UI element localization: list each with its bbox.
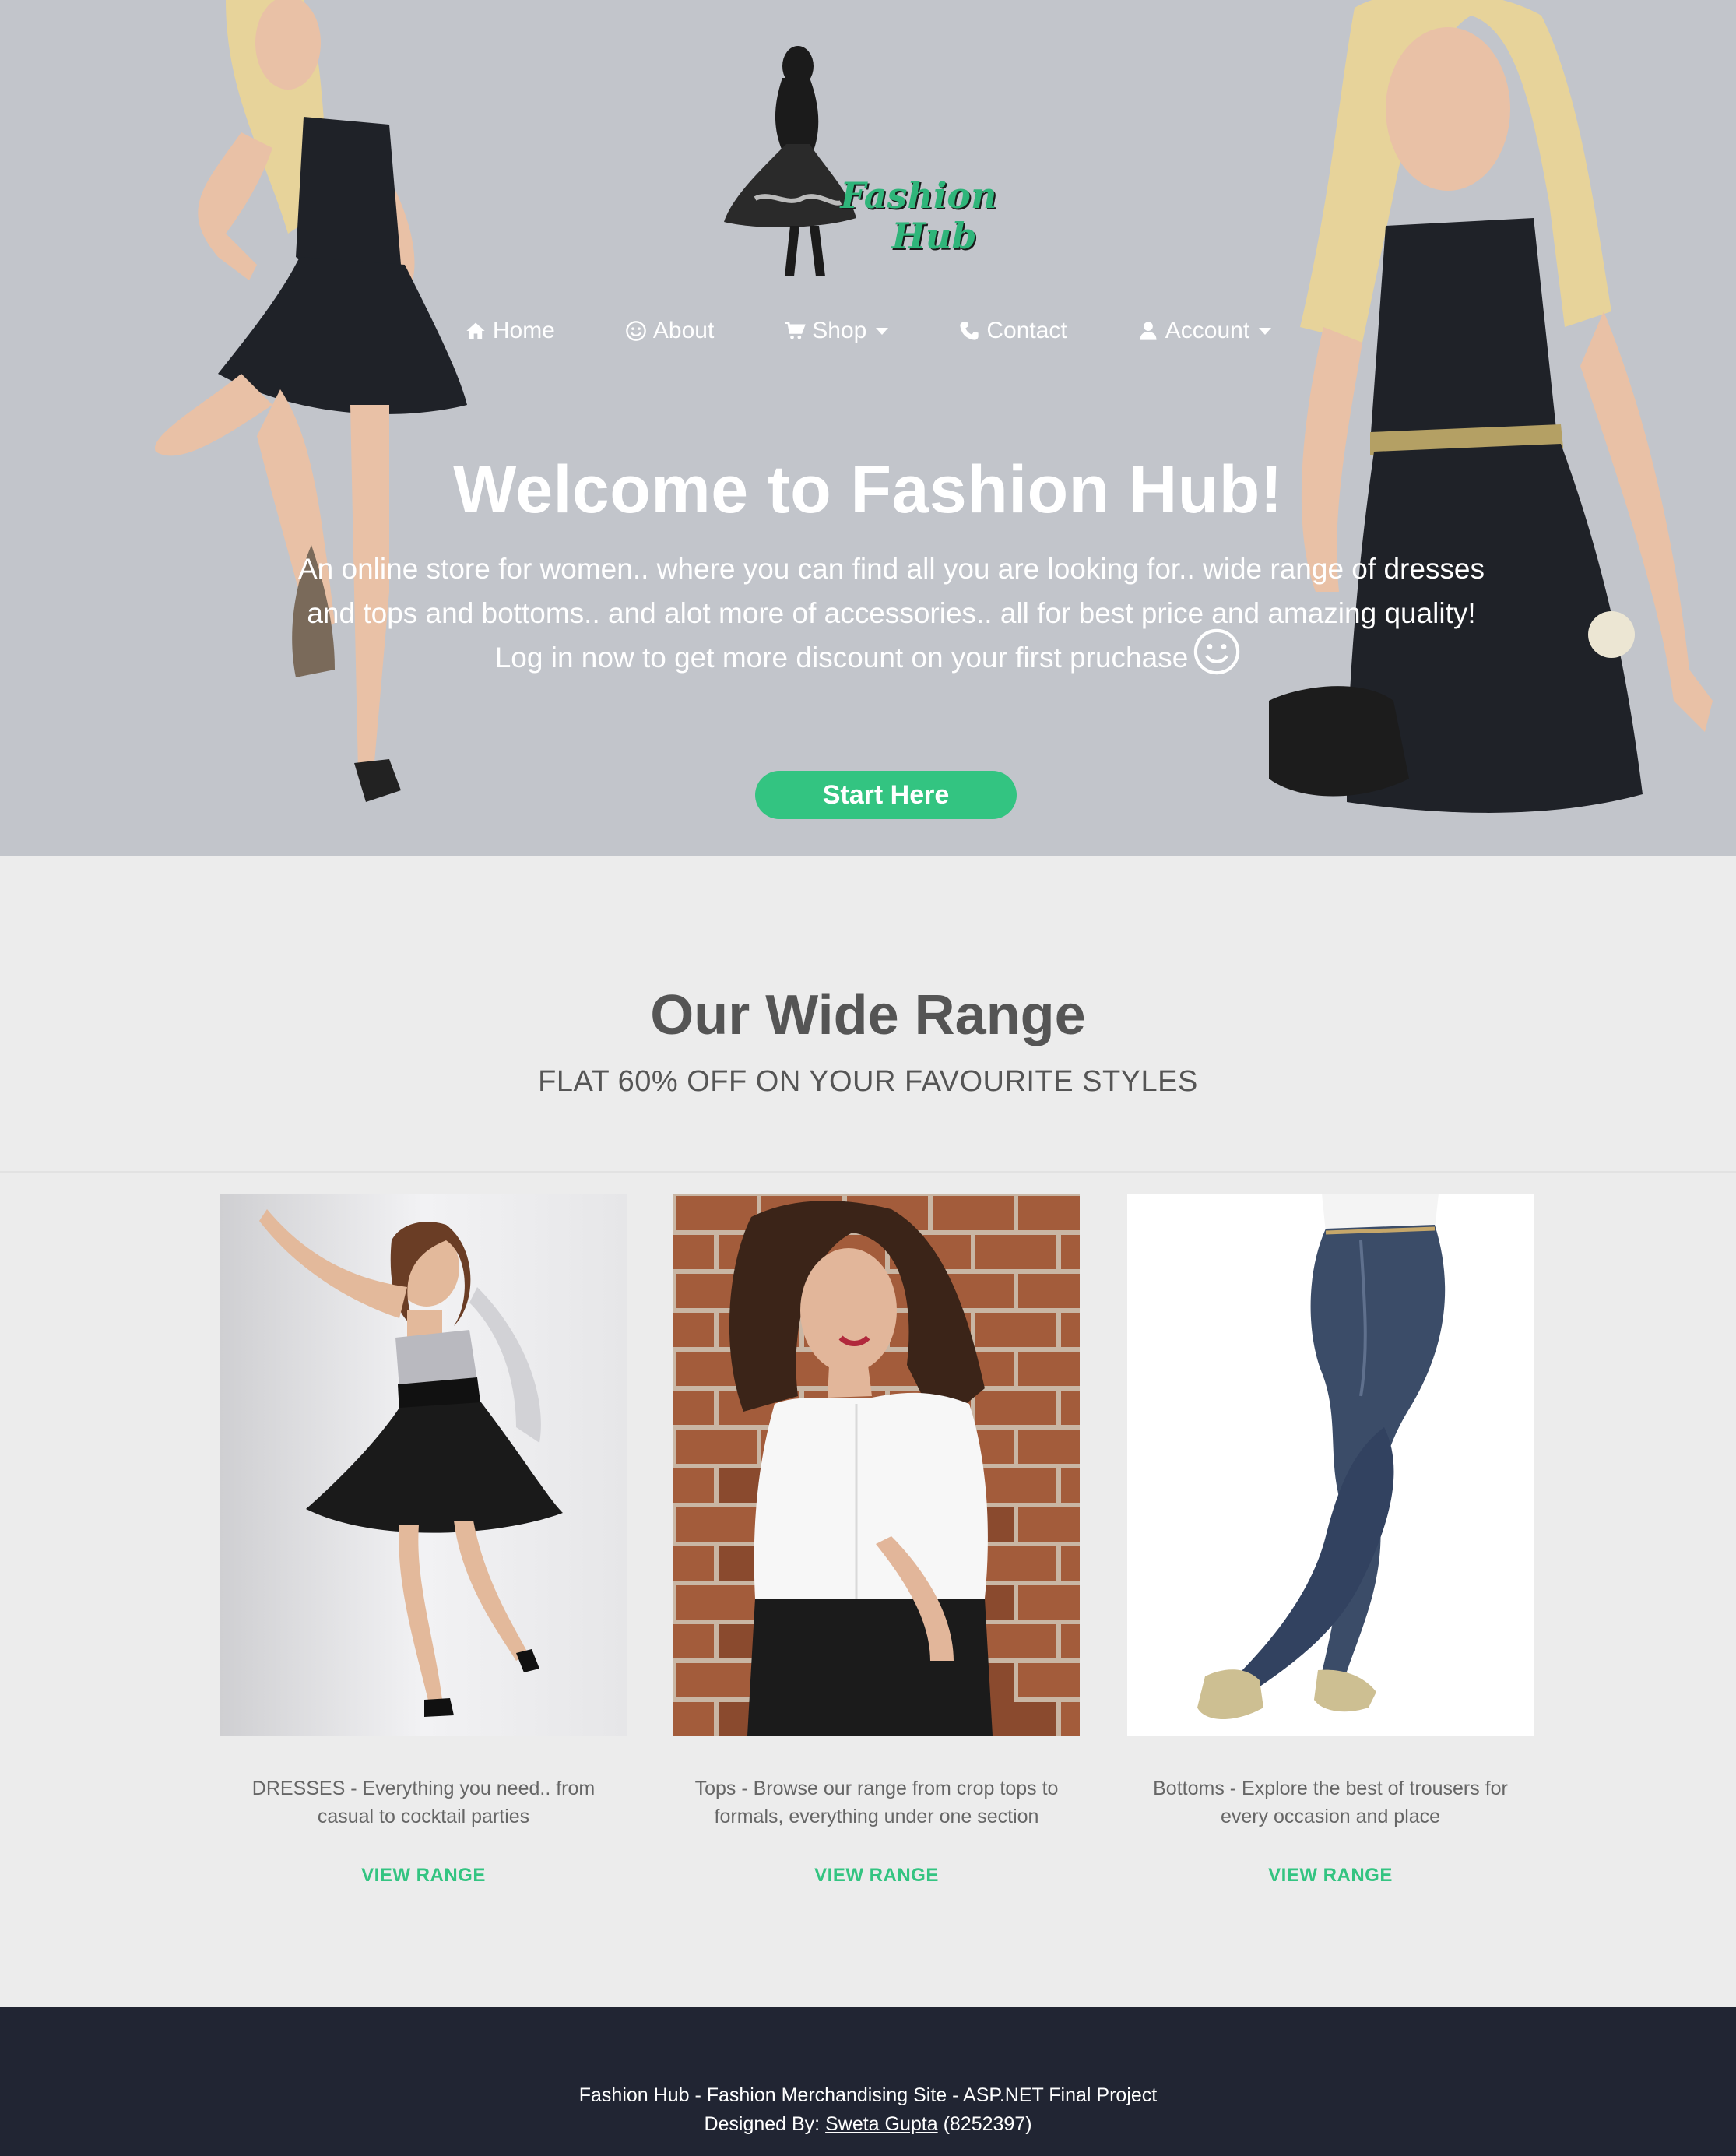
hero-title: Welcome to Fashion Hub! (453, 452, 1283, 527)
dresses-description: DRESSES - Everything you need.. from cas… (251, 1778, 596, 1827)
footer-author-link[interactable]: Sweta Gupta (825, 2113, 938, 2135)
start-here-button[interactable]: Start Here (755, 771, 1017, 819)
tops-view-range-link[interactable]: VIEW RANGE (673, 1865, 1080, 1887)
nav-item-about-label: About (652, 318, 715, 343)
footer-project-text: Fashion Hub - Fashion Merchandising Site… (578, 2084, 1158, 2106)
hero-login-text: Log in now to get more discount on your … (494, 642, 1189, 674)
dresses-image[interactable] (220, 1194, 627, 1736)
hero-login-prompt: Log in now to get more discount on your … (0, 628, 1736, 676)
bottoms-description: Bottoms - Explore the best of trousers f… (1153, 1778, 1508, 1827)
bottoms-image[interactable] (1127, 1194, 1534, 1736)
footer-author-id: (8252397) (943, 2113, 1032, 2135)
nav-item-shop[interactable]: Shop (749, 318, 923, 344)
phone-icon (960, 322, 979, 340)
bottoms-view-range-link[interactable]: VIEW RANGE (1127, 1865, 1534, 1887)
range-card-dresses: DRESSES - Everything you need.. from cas… (220, 1194, 627, 1887)
brand-logo[interactable]: Fashion Hub (724, 43, 1012, 276)
nav-item-account[interactable]: Account (1102, 318, 1306, 344)
logo-line-1: Fashion (840, 174, 997, 216)
nav-item-about[interactable]: About (590, 318, 749, 344)
hero-model-right (1269, 0, 1713, 813)
smiley-icon (1194, 628, 1240, 675)
logo-line-2: Hub (891, 215, 977, 257)
nav-item-shop-label: Shop (812, 318, 867, 343)
dresses-view-range-link[interactable]: VIEW RANGE (220, 1865, 627, 1887)
chevron-down-icon (876, 327, 889, 335)
cart-icon (785, 322, 807, 339)
nav-item-home[interactable]: Home (430, 318, 590, 344)
user-icon (1140, 322, 1157, 340)
nav-item-account-label: Account (1165, 318, 1250, 343)
site-footer: Fashion Hub - Fashion Merchandising Site… (0, 2007, 1736, 2156)
footer-credits: Designed By: Sweta Gupta (8252397) (0, 2113, 1736, 2136)
hero-description: An online store for women.. where you ca… (297, 553, 1485, 629)
range-card-bottoms: Bottoms - Explore the best of trousers f… (1127, 1194, 1534, 1887)
nav-item-contact[interactable]: Contact (923, 318, 1102, 344)
smile-icon (626, 321, 646, 341)
tops-description: Tops - Browse our range from crop tops t… (694, 1778, 1059, 1827)
range-subtitle: FLAT 60% OFF ON YOUR FAVOURITE STYLES (538, 1065, 1198, 1098)
tops-image[interactable] (673, 1194, 1080, 1736)
nav-item-contact-label: Contact (986, 318, 1067, 343)
range-section-header: Our Wide Range FLAT 60% OFF ON YOUR FAVO… (0, 856, 1736, 1173)
chevron-down-icon (1259, 327, 1272, 335)
footer-designed-by: Designed By: (704, 2113, 821, 2135)
hero-model-left (155, 0, 467, 802)
range-card-tops: Tops - Browse our range from crop tops t… (673, 1194, 1080, 1887)
main-nav: Home About Shop Contact Account (0, 318, 1736, 344)
nav-item-home-label: Home (492, 318, 555, 343)
range-title: Our Wide Range (650, 984, 1086, 1046)
home-icon (466, 322, 485, 339)
hero-banner: Fashion Hub Home About Shop Contact Acco… (0, 0, 1736, 856)
logo-text: Fashion Hub (833, 175, 1004, 256)
